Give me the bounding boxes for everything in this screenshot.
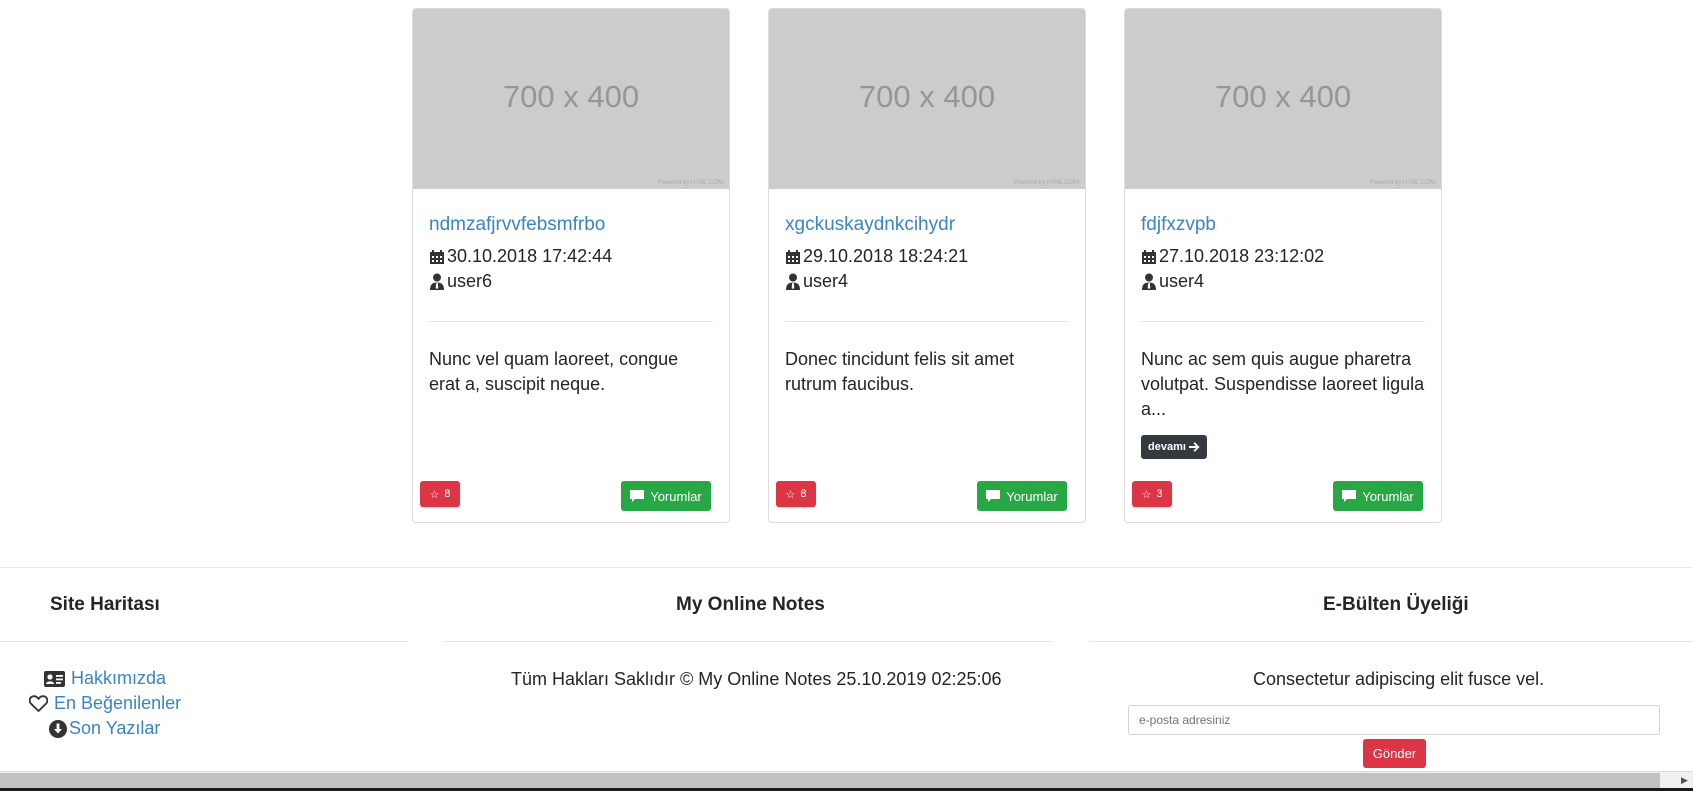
email-input[interactable] [1128,705,1660,735]
sitemap-link-about[interactable]: Hakkımızda [44,668,166,689]
post-date-text: 29.10.2018 18:24:21 [803,246,969,266]
image-placeholder-text: 700 x 400 [502,79,640,114]
post-image-placeholder: 700 x 400 Powered by HTML.COM [1125,9,1441,189]
sitemap-link-label: En Beğenilenler [54,693,182,713]
post-author-text: user4 [803,271,849,291]
sitemap-heading: Site Haritası [50,594,160,615]
post-date: 30.10.2018 17:42:44 [429,246,612,267]
post-date-text: 27.10.2018 23:12:02 [1159,246,1325,266]
site-name-heading: My Online Notes [676,594,825,615]
sitemap-link-recent[interactable]: Son Yazılar [49,718,160,739]
scrollbar-thumb[interactable] [0,773,1660,788]
arrow-right-icon [1188,442,1200,452]
post-image-placeholder: 700 x 400 Powered by HTML.COM [413,9,729,189]
calendar-icon [430,249,444,264]
comment-icon [1342,489,1357,502]
comments-label: Yorumlar [1006,488,1058,504]
card-divider [785,321,1069,322]
image-credit: Powered by HTML.COM [1013,180,1079,186]
card-divider [429,321,713,322]
heart-icon [29,695,48,712]
scroll-right-arrow-icon[interactable]: ▶ [1676,772,1693,789]
post-excerpt: Nunc vel quam laoreet, congue erat a, su… [429,349,679,394]
card-divider [1141,321,1425,322]
comment-icon [986,489,1001,502]
post-author-text: user4 [1159,271,1205,291]
post-date-text: 30.10.2018 17:42:44 [447,246,613,266]
post-image-placeholder: 700 x 400 Powered by HTML.COM [769,9,1085,189]
post-excerpt: Donec tincidunt felis sit amet rutrum fa… [785,349,1015,394]
like-button[interactable]: ☆ 3 [1132,481,1172,507]
horizontal-scrollbar[interactable]: ▶ [0,771,1693,789]
user-tie-icon [1142,273,1156,290]
id-card-icon [44,670,65,687]
like-count: 3 [1156,488,1163,500]
user-tie-icon [786,273,800,290]
center-divider [444,641,1053,642]
post-card: 700 x 400 Powered by HTML.COM ndmzafjrvv… [412,8,730,523]
newsletter-heading: E-Bülten Üyeliği [1323,594,1469,615]
calendar-icon [1142,249,1156,264]
like-count: 8 [444,488,451,500]
post-author-text: user6 [447,271,493,291]
like-count: 8 [800,488,807,500]
image-credit: Powered by HTML.COM [657,180,723,186]
sitemap-link-favorites[interactable]: En Beğenilenler [29,693,181,714]
post-card: 700 x 400 Powered by HTML.COM xgckuskayd… [768,8,1086,523]
image-placeholder-text: 700 x 400 [858,79,996,114]
star-icon: ☆ [785,488,796,501]
post-title-link[interactable]: ndmzafjrvvfebsmfrbo [429,214,605,236]
send-button[interactable]: Gönder [1363,739,1426,768]
post-title-link[interactable]: xgckuskaydnkcihydr [785,214,955,236]
post-author: user6 [429,271,492,292]
newsletter-divider [1090,641,1693,642]
post-card: 700 x 400 Powered by HTML.COM fdjfxzvpb … [1124,8,1442,523]
like-button[interactable]: ☆ 8 [420,481,460,507]
image-credit: Powered by HTML.COM [1369,180,1435,186]
post-date: 27.10.2018 23:12:02 [1141,246,1324,267]
calendar-icon [786,249,800,264]
copyright-text: Tüm Hakları Saklıdır © My Online Notes 2… [511,669,1002,689]
post-author: user4 [1141,271,1204,292]
user-tie-icon [430,273,444,290]
read-more-label: devamı [1148,441,1186,453]
star-icon: ☆ [1141,488,1152,501]
newsletter-description: Consectetur adipiscing elit fusce vel. [1253,669,1545,689]
post-date: 29.10.2018 18:24:21 [785,246,968,267]
comments-button[interactable]: Yorumlar [977,481,1067,511]
comments-button[interactable]: Yorumlar [621,481,711,511]
sitemap-link-label: Hakkımızda [71,668,167,688]
star-icon: ☆ [429,488,440,501]
comments-button[interactable]: Yorumlar [1333,481,1423,511]
footer-divider [0,567,1693,568]
post-title-link[interactable]: fdjfxzvpb [1141,214,1216,236]
comments-label: Yorumlar [1362,488,1414,504]
sitemap-link-label: Son Yazılar [69,718,161,738]
arrow-circle-down-icon [49,719,67,738]
comments-label: Yorumlar [650,488,702,504]
comment-icon [630,489,645,502]
image-placeholder-text: 700 x 400 [1214,79,1352,114]
post-author: user4 [785,271,848,292]
sitemap-divider [0,641,408,642]
post-excerpt: Nunc ac sem quis augue pharetra volutpat… [1141,349,1425,419]
like-button[interactable]: ☆ 8 [776,481,816,507]
read-more-button[interactable]: devamı [1141,435,1207,459]
